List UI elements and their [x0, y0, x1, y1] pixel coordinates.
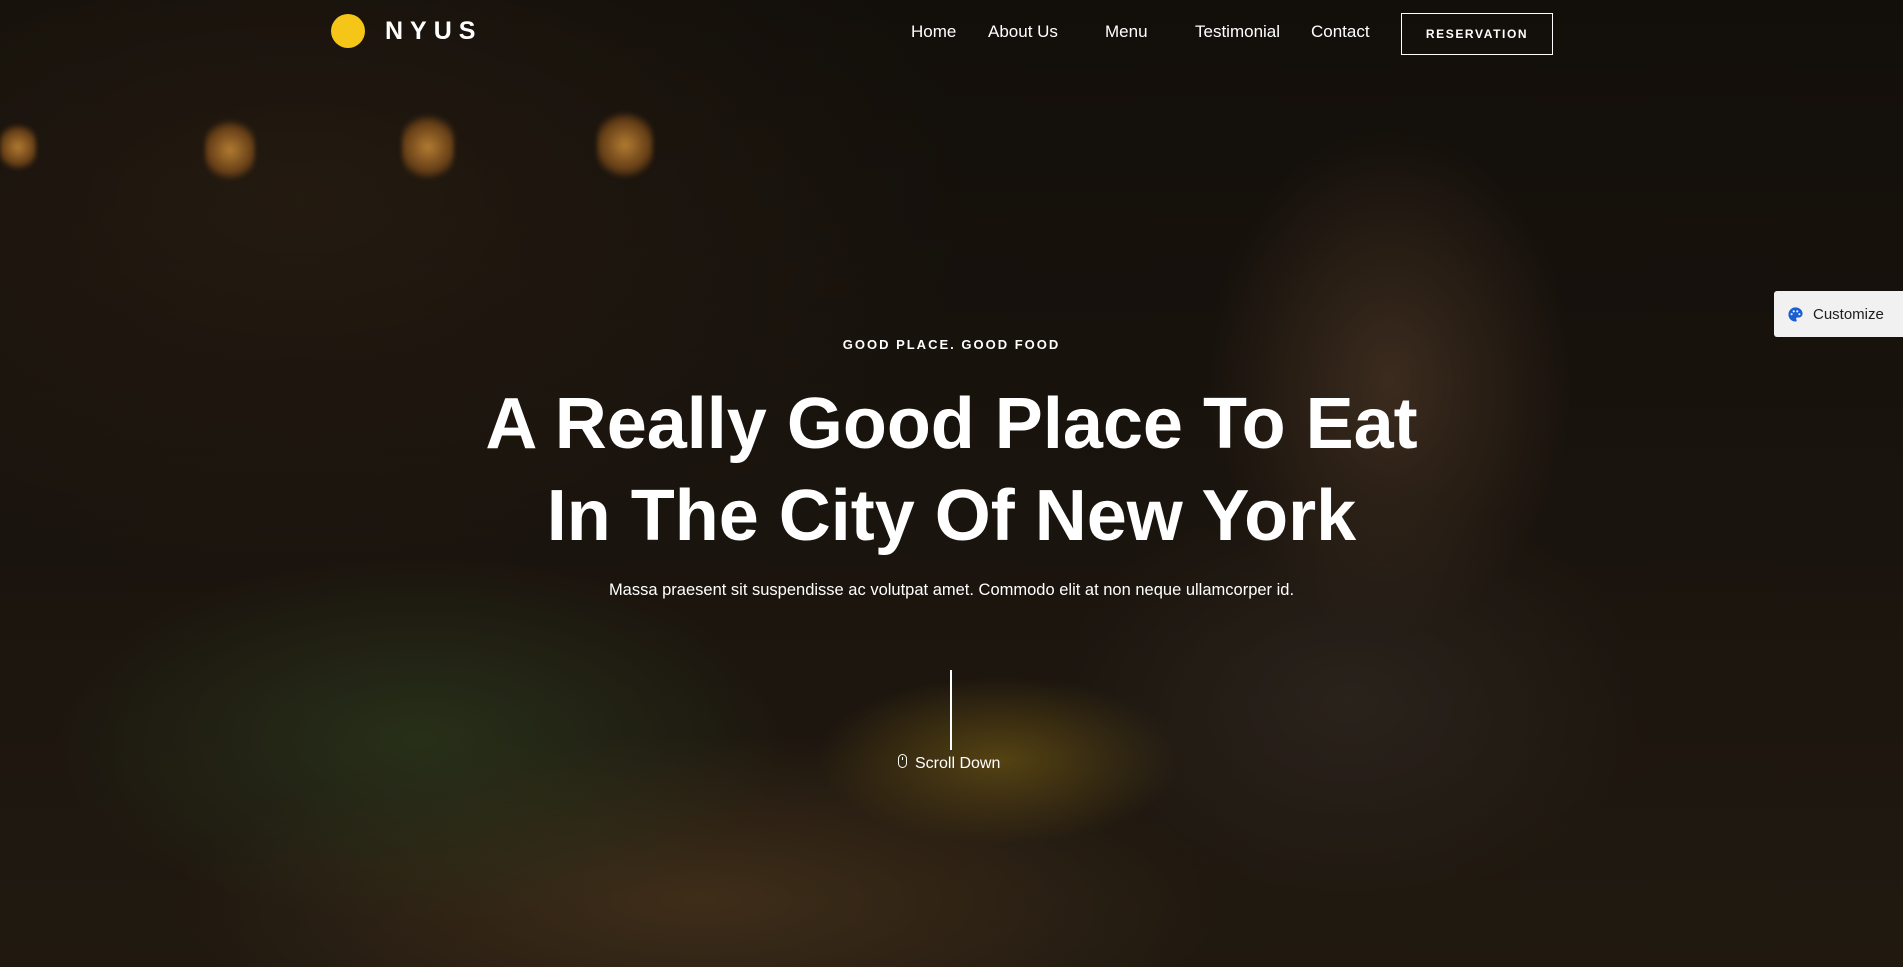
site-header: NYUS Home About Us Menu Testimonial Cont… — [0, 0, 1903, 68]
nav-link-about-us[interactable]: About Us — [988, 22, 1058, 42]
nav-link-home[interactable]: Home — [911, 22, 956, 42]
nav-link-contact[interactable]: Contact — [1311, 22, 1370, 42]
hero-subtext: Massa praesent sit suspendisse ac volutp… — [608, 581, 1295, 599]
hero-headline: A Really Good Place To Eat In The City O… — [0, 378, 1903, 562]
nav-link-menu[interactable]: Menu — [1105, 22, 1148, 42]
scroll-indicator-line — [950, 670, 952, 750]
mouse-icon — [898, 754, 907, 768]
customize-button[interactable]: Customize — [1774, 291, 1903, 337]
palette-icon — [1787, 306, 1804, 323]
hero-headline-line-2: In The City Of New York — [546, 476, 1357, 556]
hero-section: NYUS Home About Us Menu Testimonial Cont… — [0, 0, 1903, 967]
hero-eyebrow: GOOD PLACE. GOOD FOOD — [842, 337, 1061, 352]
logo-dot-icon — [331, 14, 365, 48]
nav-link-testimonial[interactable]: Testimonial — [1195, 22, 1280, 42]
scroll-down-label: Scroll Down — [915, 755, 1001, 772]
scroll-down-link[interactable]: Scroll Down — [898, 754, 1001, 773]
logo-text: NYUS — [385, 16, 483, 45]
site-logo[interactable]: NYUS — [331, 14, 482, 48]
hero-headline-line-1: A Really Good Place To Eat — [485, 384, 1418, 464]
reservation-button[interactable]: RESERVATION — [1401, 13, 1553, 55]
customize-label: Customize — [1813, 305, 1884, 323]
